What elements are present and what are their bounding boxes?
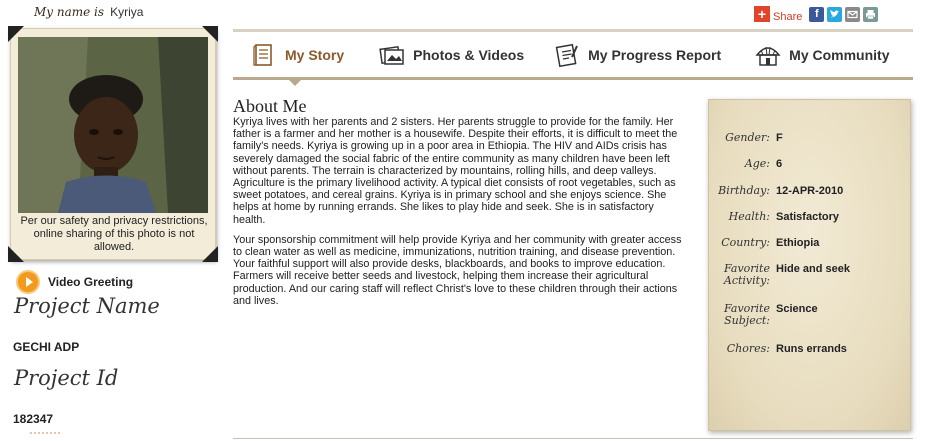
- fact-value: Ethiopia: [776, 237, 820, 249]
- tab-label: Photos & Videos: [413, 47, 525, 63]
- fact-value: Runs errands: [776, 343, 847, 355]
- frame-corner: [8, 26, 24, 42]
- fact-label: Favorite Subject:: [724, 303, 770, 327]
- tab-progress-report[interactable]: My Progress Report: [554, 42, 721, 68]
- facebook-icon[interactable]: f: [809, 6, 825, 22]
- hut-icon: [755, 42, 781, 68]
- photo-privacy-caption: Per our safety and privacy restrictions,…: [20, 215, 208, 253]
- report-icon: [554, 42, 580, 68]
- fact-label-line: Subject:: [724, 314, 770, 327]
- fact-label: Favorite Activity:: [724, 263, 770, 287]
- decorative-flourish: [30, 432, 60, 440]
- child-name: Kyriya: [110, 5, 144, 19]
- share-label[interactable]: Share: [773, 11, 802, 23]
- about-paragraph: Your sponsorship commitment will help pr…: [233, 233, 682, 307]
- share-bar: + Share f: [754, 5, 879, 23]
- fact-value: Science: [776, 303, 818, 315]
- main-nav: My Story Photos & Videos My Progress Rep…: [233, 32, 913, 78]
- fact-label-line: Activity:: [723, 274, 770, 287]
- tab-my-community[interactable]: My Community: [755, 42, 890, 68]
- video-greeting-label[interactable]: Video Greeting: [48, 275, 133, 289]
- about-me-body: Kyriya lives with her parents and 2 sist…: [233, 116, 689, 315]
- about-me-heading: About Me: [233, 96, 307, 116]
- fact-label: Health:: [728, 210, 770, 223]
- print-icon[interactable]: [863, 6, 879, 22]
- fact-label: Gender:: [725, 131, 770, 144]
- video-greeting-link[interactable]: Video Greeting: [18, 272, 133, 292]
- photos-icon: [379, 42, 405, 68]
- fact-value: Satisfactory: [776, 211, 839, 223]
- fact-label: Chores:: [726, 342, 770, 355]
- tab-my-story[interactable]: My Story: [251, 42, 344, 68]
- tab-label: My Story: [285, 47, 345, 63]
- content-bottom-rule: [233, 438, 913, 439]
- frame-corner: [202, 26, 218, 42]
- project-name-value: GECHI ADP: [13, 340, 80, 354]
- project-name-label: Project Name: [14, 294, 160, 318]
- email-icon[interactable]: [845, 6, 861, 22]
- play-icon[interactable]: [18, 272, 38, 292]
- tab-label: My Community: [789, 47, 890, 63]
- nav-bottom-rule: [233, 77, 913, 80]
- tab-photos-videos[interactable]: Photos & Videos: [379, 42, 524, 68]
- project-id-value: 182347: [13, 412, 54, 426]
- fact-value: Hide and seek: [776, 263, 850, 275]
- fact-label: Country:: [721, 236, 770, 249]
- child-photo-frame: Per our safety and privacy restrictions,…: [8, 26, 218, 262]
- about-paragraph: Kyriya lives with her parents and 2 sist…: [233, 116, 678, 226]
- twitter-icon[interactable]: [827, 6, 843, 22]
- fact-value: F: [776, 132, 783, 144]
- fact-value: 6: [776, 158, 783, 170]
- fact-value: 12-APR-2010: [776, 185, 844, 197]
- my-name-label: My name is: [34, 5, 105, 19]
- addthis-plus-icon[interactable]: +: [754, 6, 770, 22]
- fact-label: Birthday:: [718, 184, 770, 197]
- child-photo: [18, 37, 208, 213]
- tab-label: My Progress Report: [588, 47, 722, 63]
- book-icon: [251, 42, 277, 68]
- child-name-header: My name is Kyriya: [34, 5, 143, 19]
- active-tab-pointer: [288, 79, 302, 86]
- child-facts-card: Gender: F Age: 6 Birthday: 12-APR-2010 H…: [708, 99, 911, 431]
- project-id-label: Project Id: [14, 366, 119, 390]
- fact-label: Age:: [744, 157, 770, 170]
